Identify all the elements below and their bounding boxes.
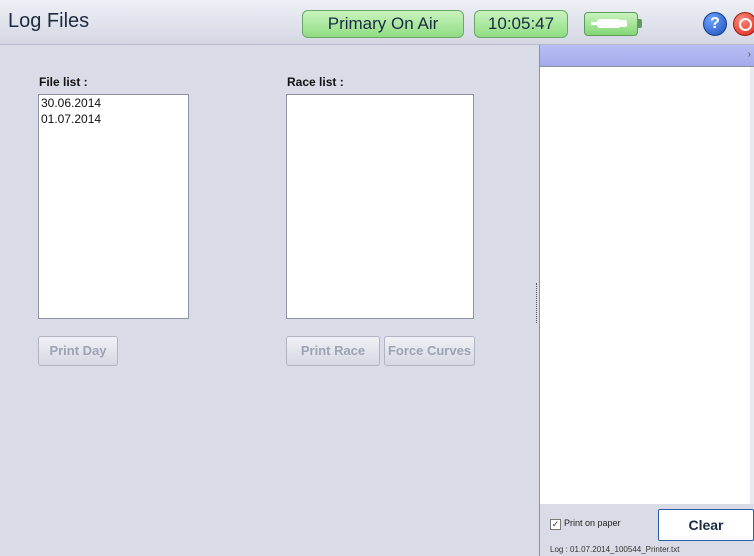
force-curves-button[interactable]: Force Curves — [384, 336, 475, 366]
plug-icon — [591, 19, 627, 28]
file-list-label: File list : — [39, 75, 88, 89]
file-list-item[interactable]: 30.06.2014 — [39, 95, 188, 111]
page-title: Log Files — [8, 10, 90, 32]
battery-plugged-icon — [584, 12, 642, 36]
file-list[interactable]: 30.06.2014 01.07.2014 — [38, 94, 189, 319]
printer-log-area — [540, 67, 750, 504]
chevron-right-icon[interactable]: › — [748, 49, 751, 60]
on-air-status: Primary On Air — [302, 10, 464, 38]
log-scrollbar[interactable] — [750, 67, 754, 504]
race-list[interactable] — [286, 94, 474, 319]
print-on-paper-label: Print on paper — [564, 518, 621, 528]
print-on-paper-checkbox[interactable]: ✓ — [550, 519, 561, 530]
print-day-button[interactable]: Print Day — [38, 336, 118, 366]
main-content: File list : 30.06.2014 01.07.2014 Print D… — [0, 45, 535, 556]
help-icon[interactable]: ? — [703, 12, 727, 36]
title-bar: Log Files Primary On Air 10:05:47 ? — [0, 0, 754, 45]
clock-display: 10:05:47 — [474, 10, 568, 38]
printer-panel: › ✓ Print on paper Clear Log : 01.07.201… — [539, 45, 754, 556]
file-list-item[interactable]: 01.07.2014 — [39, 111, 188, 127]
clear-button[interactable]: Clear — [658, 509, 754, 541]
print-race-button[interactable]: Print Race — [286, 336, 380, 366]
race-list-label: Race list : — [287, 75, 344, 89]
log-file-name: Log : 01.07.2014_100544_Printer.txt — [550, 545, 680, 554]
power-icon[interactable] — [733, 12, 754, 36]
printer-panel-header: › — [540, 45, 754, 67]
